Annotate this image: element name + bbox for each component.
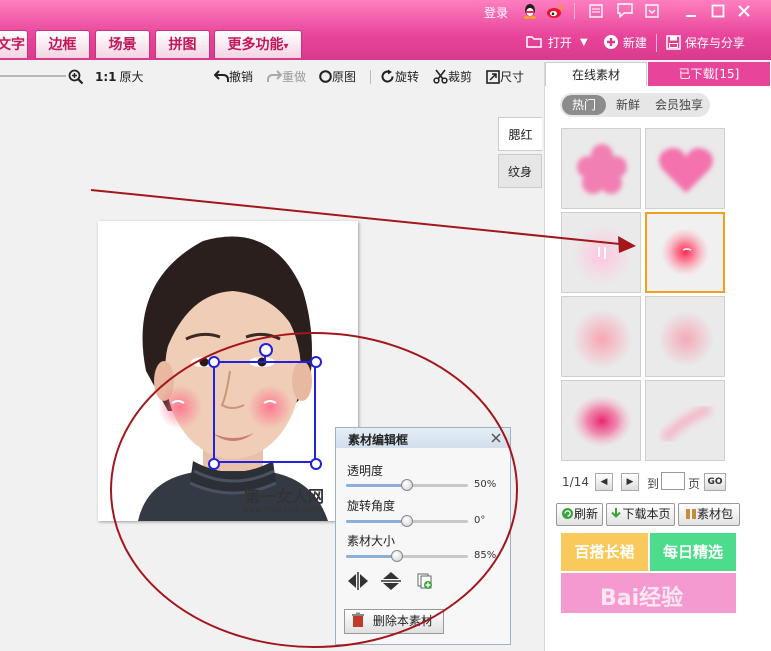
side-tab-tattoo[interactable]: 纹身: [498, 154, 542, 188]
zoom-slider-track[interactable]: [0, 75, 66, 77]
size-label: 素材大小: [347, 534, 396, 548]
redo-button[interactable]: 重做: [267, 69, 306, 85]
material-selection-box[interactable]: [213, 361, 316, 463]
material-thumbnail[interactable]: [645, 380, 725, 461]
divider: [370, 70, 371, 84]
banner-long-skirt[interactable]: 百搭长裙: [561, 533, 648, 571]
subtab-hot[interactable]: 热门: [562, 95, 606, 115]
redo-icon: [267, 70, 283, 82]
material-thumbnail[interactable]: [561, 380, 641, 461]
save-share-button[interactable]: 保存与分享: [666, 34, 745, 52]
open-button[interactable]: 打开: [526, 34, 572, 52]
crop-button[interactable]: 裁剪: [433, 69, 472, 85]
page-number-input[interactable]: [661, 472, 685, 490]
resize-icon: [486, 70, 500, 84]
resize-handle-tl[interactable]: [208, 356, 220, 368]
tab-text[interactable]: 文字: [0, 30, 28, 58]
next-page-button[interactable]: ▶: [621, 473, 639, 491]
opacity-label: 透明度: [347, 464, 384, 478]
undo-button[interactable]: 撤销: [213, 69, 253, 85]
zoom-in-icon[interactable]: [68, 69, 84, 85]
tab-online-materials[interactable]: 在线素材: [545, 62, 647, 86]
page-indicator: 1/14: [562, 475, 589, 489]
refresh-icon: [561, 508, 573, 519]
rotation-label: 旋转角度: [347, 499, 396, 513]
divider: [656, 34, 657, 52]
prev-page-button[interactable]: ◀: [595, 473, 613, 491]
skin-icon[interactable]: [589, 4, 603, 18]
original-icon: [319, 70, 332, 83]
add-copy-icon[interactable]: [416, 572, 434, 590]
editor-close-icon[interactable]: [490, 432, 502, 444]
trash-icon: [352, 612, 364, 627]
refresh-button[interactable]: 刷新: [556, 503, 603, 526]
actual-size-button[interactable]: 1:1 原大: [95, 69, 144, 85]
material-thumbnail[interactable]: [645, 296, 725, 377]
weibo-icon[interactable]: [546, 3, 564, 19]
size-value: 85%: [474, 550, 497, 561]
download-page-button[interactable]: 下载本页: [606, 503, 675, 526]
rotation-value: 0°: [474, 515, 486, 526]
resize-handle-bl[interactable]: [208, 458, 220, 470]
rotation-slider-thumb[interactable]: [401, 515, 413, 527]
resize-handle-br[interactable]: [310, 458, 322, 470]
side-tab-blush[interactable]: 腮红: [498, 117, 542, 151]
undo-icon: [213, 70, 229, 82]
tab-more-features[interactable]: 更多功能▾: [214, 30, 302, 58]
close-icon[interactable]: [737, 4, 751, 18]
material-thumbnail-selected[interactable]: [645, 212, 725, 293]
save-icon: [666, 35, 681, 50]
rotate-button[interactable]: 旋转: [380, 69, 419, 85]
minimize-icon[interactable]: [684, 5, 698, 19]
rotate-handle[interactable]: [259, 343, 273, 357]
material-thumbnail[interactable]: [561, 128, 641, 209]
opacity-value: 50%: [474, 479, 497, 490]
resize-button[interactable]: 尺寸: [486, 69, 524, 85]
site-watermark-url: jingyan.baidu.com: [618, 617, 729, 631]
open-dropdown-arrow[interactable]: ▼: [580, 34, 588, 52]
editor-title: 素材编辑框: [348, 433, 409, 447]
flip-vertical-icon[interactable]: [380, 571, 402, 591]
material-thumbnail[interactable]: [561, 296, 641, 377]
original-image-button[interactable]: 原图: [319, 69, 356, 85]
opacity-slider-thumb[interactable]: [401, 479, 413, 491]
banner-daily-picks[interactable]: 每日精选: [650, 533, 736, 571]
login-link[interactable]: 登录: [484, 4, 508, 21]
size-slider[interactable]: [346, 555, 468, 558]
material-pack-button[interactable]: 素材包: [678, 503, 740, 526]
qq-icon[interactable]: [522, 3, 538, 19]
page-unit-label: 页: [688, 477, 701, 491]
site-watermark-brand: Bai经验: [600, 586, 684, 611]
photo-watermark-url: www.miss-no1.com: [242, 505, 320, 514]
goto-label: 到: [647, 477, 660, 491]
tab-collage[interactable]: 拼图: [155, 30, 210, 58]
folder-icon: [526, 36, 542, 48]
scissors-icon: [433, 69, 448, 84]
menu-icon[interactable]: [645, 4, 659, 18]
message-icon[interactable]: [617, 3, 633, 19]
flip-horizontal-icon[interactable]: [347, 571, 369, 591]
package-icon: [685, 509, 696, 519]
subtab-vip[interactable]: 会员独享: [650, 95, 708, 115]
go-button[interactable]: GO: [704, 473, 726, 491]
tab-border[interactable]: 边框: [35, 30, 90, 58]
tab-scene[interactable]: 场景: [95, 30, 150, 58]
download-icon: [611, 508, 622, 518]
delete-material-button[interactable]: 删除本素材: [344, 609, 444, 634]
material-thumbnail[interactable]: [561, 212, 641, 293]
subtab-new[interactable]: 新鲜: [608, 95, 648, 115]
resize-handle-tr[interactable]: [310, 356, 322, 368]
rotate-icon: [381, 69, 394, 83]
new-button[interactable]: 新建: [603, 34, 647, 52]
material-thumbnail[interactable]: [645, 128, 725, 209]
divider: [574, 3, 575, 19]
tab-downloaded[interactable]: 已下载[15]: [648, 62, 770, 86]
maximize-icon[interactable]: [711, 4, 725, 18]
photo-watermark-brand: 第一女人网: [244, 487, 325, 506]
plus-icon: [604, 35, 618, 49]
